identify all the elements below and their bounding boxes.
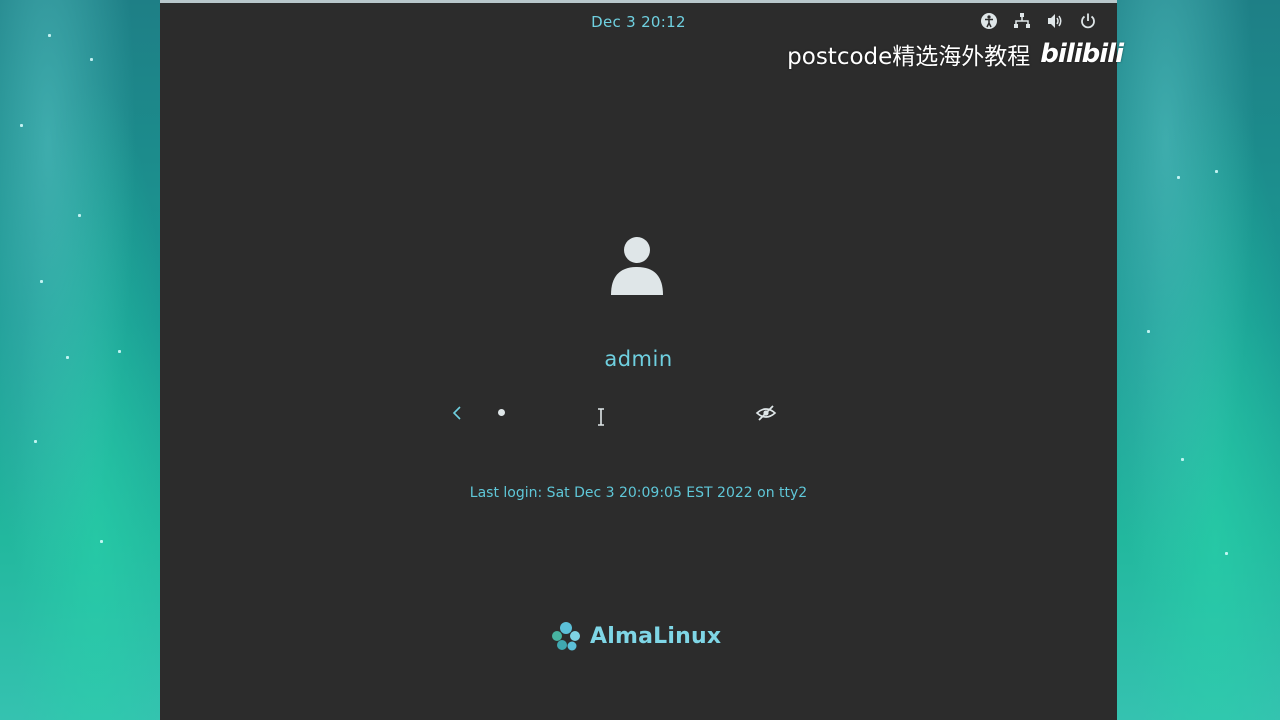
user-avatar-icon — [611, 237, 663, 295]
almalinux-mark-icon — [552, 622, 580, 651]
watermark-text: postcode精选海外教程 — [787, 44, 1031, 70]
password-mask-dot — [498, 409, 505, 416]
volume-icon[interactable] — [1046, 12, 1064, 30]
power-icon[interactable] — [1079, 12, 1097, 30]
desktop-wallpaper-left — [0, 0, 160, 720]
accessibility-icon[interactable] — [980, 12, 998, 30]
brand-name: AlmaLinux — [590, 623, 722, 649]
clock[interactable]: Dec 3 20:12 — [160, 13, 1117, 31]
chevron-left-icon — [452, 406, 461, 420]
back-button[interactable] — [450, 401, 464, 425]
desktop-wallpaper-right — [1117, 0, 1280, 720]
network-icon[interactable] — [1013, 12, 1031, 30]
bilibili-logo: bilibili — [1040, 39, 1124, 69]
last-login-message: Last login: Sat Dec 3 20:09:05 EST 2022 … — [469, 485, 808, 501]
text-cursor-icon — [598, 408, 604, 426]
almalinux-logo: AlmaLinux — [548, 618, 721, 654]
show-password-icon[interactable] — [755, 404, 777, 422]
password-entry[interactable] — [450, 401, 780, 427]
username-label: admin — [604, 347, 673, 371]
login-screen: Dec 3 20:12 postcode精选海外教程 bilibili admi… — [160, 0, 1124, 720]
video-watermark: postcode精选海外教程 bilibili — [787, 37, 1124, 71]
system-tray[interactable] — [980, 12, 1097, 30]
